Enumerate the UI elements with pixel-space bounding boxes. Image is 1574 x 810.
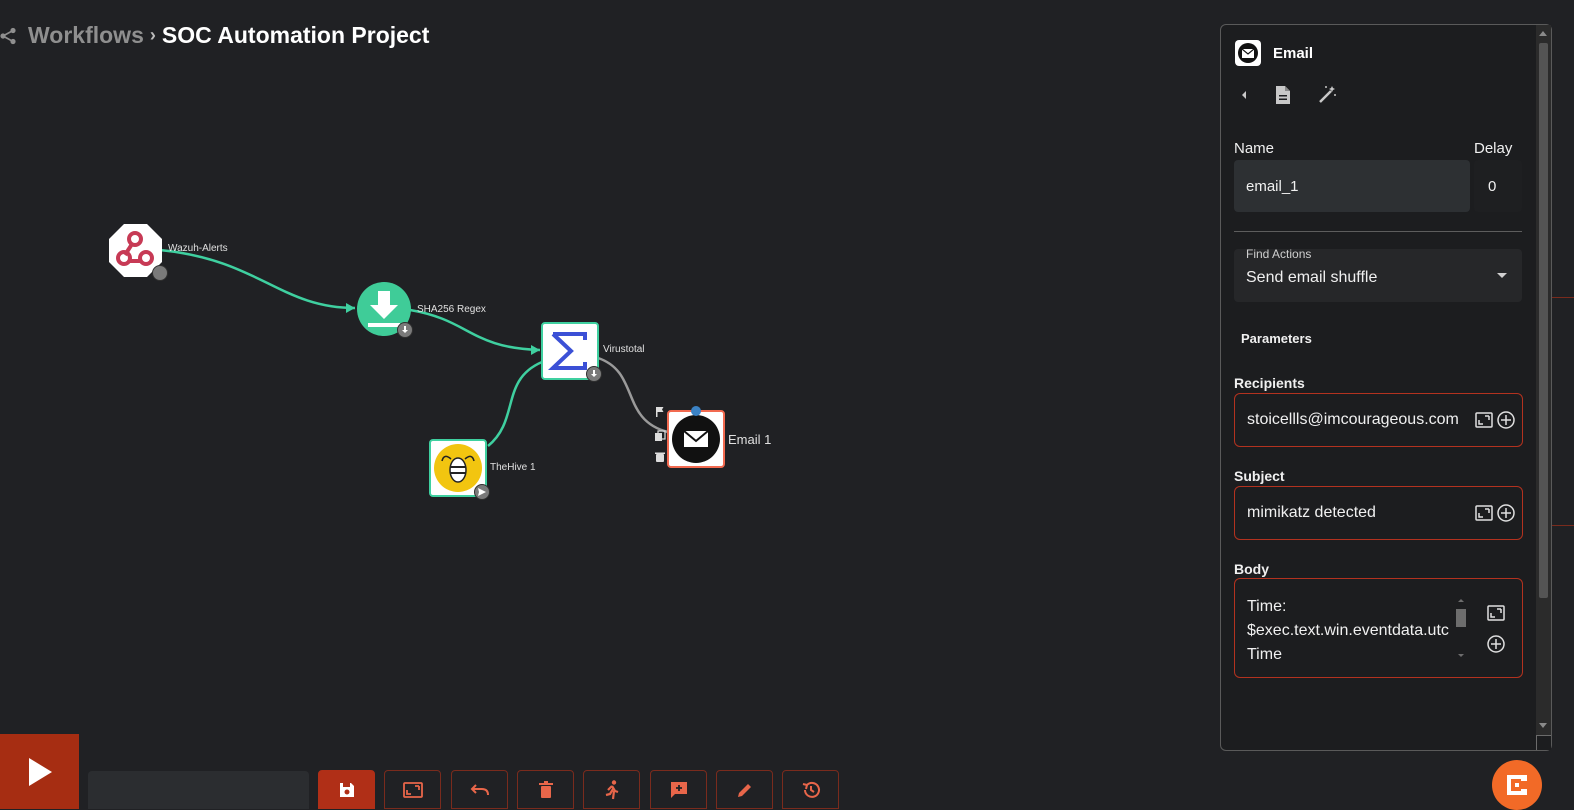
find-actions-label: Find Actions bbox=[1246, 247, 1312, 261]
magic-wand-icon[interactable] bbox=[1317, 85, 1337, 105]
node-thehive[interactable]: TheHive 1 bbox=[429, 439, 536, 500]
add-variable-icon[interactable] bbox=[1496, 410, 1516, 430]
panel-divider bbox=[1234, 231, 1522, 232]
undo-button[interactable] bbox=[451, 770, 508, 809]
node-wazuh-status-badge bbox=[152, 265, 168, 281]
delete-icon[interactable] bbox=[654, 451, 666, 463]
page-title: SOC Automation Project bbox=[161, 22, 430, 48]
comment-add-icon bbox=[670, 781, 687, 798]
body-line: Time bbox=[1247, 646, 1282, 663]
add-variable-icon[interactable] bbox=[1496, 503, 1516, 523]
recipients-value: stoicellls@imcourageous.com bbox=[1247, 411, 1459, 428]
node-thehive-send-badge bbox=[474, 484, 490, 500]
add-comment-button[interactable] bbox=[650, 770, 707, 809]
undo-icon bbox=[470, 783, 489, 795]
body-line: $exec.text.win.eventdata.utc bbox=[1247, 622, 1449, 639]
panel-scrollbar[interactable] bbox=[1536, 25, 1551, 750]
test-run-button[interactable] bbox=[583, 770, 640, 809]
workflow-canvas[interactable]: Wazuh-Alerts SHA256 Regex Virustotal The… bbox=[0, 60, 1215, 750]
body-label: Body bbox=[1234, 561, 1269, 577]
document-icon[interactable] bbox=[1275, 85, 1291, 105]
workflow-edges bbox=[159, 248, 669, 447]
background-divider bbox=[1552, 297, 1574, 298]
delay-input-value: 0 bbox=[1488, 177, 1497, 195]
background-divider bbox=[1552, 525, 1574, 526]
node-settings-panel: Email Name Delay email_1 0 Find Actions … bbox=[1220, 24, 1552, 751]
name-input-value: email_1 bbox=[1246, 177, 1299, 195]
run-workflow-button[interactable] bbox=[0, 734, 79, 809]
save-button[interactable] bbox=[318, 770, 375, 809]
subject-label: Subject bbox=[1234, 468, 1285, 484]
play-icon bbox=[28, 757, 52, 786]
email-app-icon bbox=[1235, 40, 1261, 66]
history-icon bbox=[802, 781, 820, 798]
pencil-icon bbox=[737, 783, 751, 797]
edit-button[interactable] bbox=[716, 770, 773, 809]
collapse-left-icon[interactable] bbox=[1239, 89, 1249, 101]
flag-icon[interactable] bbox=[654, 406, 666, 418]
node-virustotal-download-badge bbox=[586, 366, 602, 382]
breadcrumb-workflows-link[interactable]: Workflows bbox=[28, 22, 144, 49]
recipients-field[interactable]: stoicellls@imcourageous.com bbox=[1234, 393, 1523, 447]
delete-button[interactable] bbox=[517, 770, 574, 809]
recipients-label: Recipients bbox=[1234, 375, 1305, 391]
execution-argument-input[interactable] bbox=[88, 771, 309, 809]
node-wazuh-alerts[interactable]: Wazuh-Alerts bbox=[108, 223, 228, 281]
node-label-wazuh: Wazuh-Alerts bbox=[168, 243, 228, 254]
node-email[interactable]: Email 1 bbox=[650, 404, 780, 474]
name-input[interactable]: email_1 bbox=[1234, 160, 1470, 212]
history-button[interactable] bbox=[782, 770, 839, 809]
expand-icon[interactable] bbox=[1474, 504, 1494, 522]
panel-title: Email bbox=[1273, 44, 1314, 62]
find-actions-value: Send email shuffle bbox=[1246, 269, 1378, 286]
fit-screen-icon bbox=[402, 781, 423, 798]
node-label-sha: SHA256 Regex bbox=[417, 304, 486, 315]
node-sha-download-badge bbox=[397, 322, 413, 338]
subject-value: mimikatz detected bbox=[1247, 504, 1376, 521]
copy-icon[interactable] bbox=[654, 430, 666, 442]
edge-virustotal-to-thehive bbox=[487, 360, 543, 447]
running-person-icon bbox=[605, 779, 618, 799]
subject-field[interactable]: mimikatz detected bbox=[1234, 486, 1523, 540]
node-virustotal[interactable]: Virustotal bbox=[541, 322, 645, 382]
node-label-virustotal: Virustotal bbox=[603, 344, 645, 355]
body-field[interactable]: Time: $exec.text.win.eventdata.utc Time bbox=[1234, 578, 1523, 678]
parameters-title: Parameters bbox=[1241, 331, 1312, 346]
panel-header: Email bbox=[1235, 40, 1313, 66]
delay-input[interactable]: 0 bbox=[1474, 160, 1522, 212]
node-sha256-regex[interactable]: SHA256 Regex bbox=[356, 281, 486, 338]
panel-resize-handle[interactable] bbox=[1536, 735, 1551, 750]
breadcrumb: Workflows › SOC Automation Project bbox=[0, 22, 429, 49]
workflow-icon bbox=[0, 27, 16, 44]
edge-wazuh-to-sha bbox=[159, 248, 356, 310]
save-icon bbox=[339, 782, 354, 797]
expand-icon[interactable] bbox=[1486, 604, 1506, 622]
mail-icon bbox=[667, 410, 725, 468]
body-scrollbar[interactable] bbox=[1456, 597, 1466, 659]
trash-icon bbox=[538, 780, 553, 798]
shuffle-logo-icon bbox=[1507, 775, 1527, 795]
node-label-email: Email 1 bbox=[728, 432, 772, 447]
name-label: Name bbox=[1234, 140, 1275, 157]
expand-icon[interactable] bbox=[1474, 411, 1494, 429]
breadcrumb-separator: › bbox=[149, 25, 156, 45]
edge-sha-to-virustotal bbox=[409, 308, 541, 352]
node-email-connector-dot[interactable] bbox=[691, 406, 701, 416]
fit-view-button[interactable] bbox=[384, 770, 441, 809]
body-line: Time: bbox=[1247, 598, 1287, 615]
find-actions-select[interactable]: Find Actions Send email shuffle bbox=[1234, 247, 1522, 302]
node-label-thehive: TheHive 1 bbox=[490, 462, 536, 473]
dropdown-arrow-icon[interactable] bbox=[1497, 273, 1507, 278]
add-variable-icon[interactable] bbox=[1486, 634, 1506, 654]
panel-actions bbox=[1239, 85, 1337, 105]
shuffle-logo[interactable] bbox=[1492, 760, 1542, 810]
delay-label: Delay bbox=[1474, 140, 1513, 157]
